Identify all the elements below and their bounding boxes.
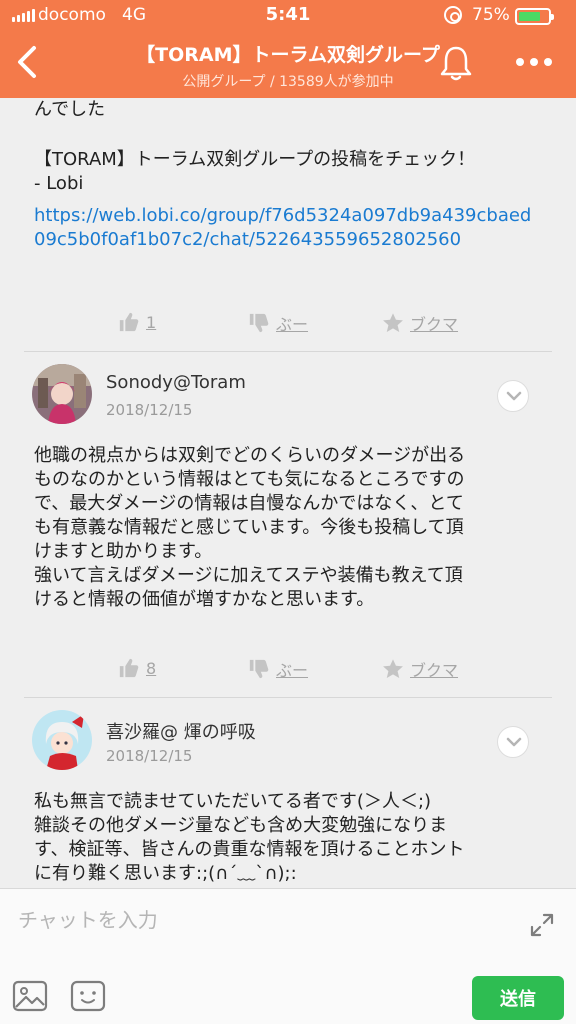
- orientation-lock-icon: [444, 6, 462, 24]
- thumbs-up-icon: [119, 658, 139, 678]
- thumbs-down-icon: [249, 659, 269, 679]
- post-date: 2018/12/15: [106, 401, 193, 419]
- header-title-block[interactable]: 【TORAM】トーラム双剣グループ 公開グループ / 13589人が参加中: [80, 40, 496, 91]
- share-link[interactable]: https://web.lobi.co/group/f76d5324a097db…: [34, 204, 534, 252]
- image-icon[interactable]: [12, 979, 48, 1013]
- post-header: Sonody@Toram 2018/12/15: [0, 364, 576, 434]
- share-text: 【TORAM】トーラム双剣グループの投稿をチェック！ - Lobi: [34, 149, 476, 194]
- like-button[interactable]: 8: [118, 657, 156, 679]
- avatar[interactable]: [32, 710, 92, 770]
- back-chevron-icon[interactable]: [12, 44, 42, 80]
- post-header: 喜沙羅@ 煇の呼吸 2018/12/15: [0, 710, 576, 780]
- thumbs-up-icon: [119, 312, 139, 332]
- emoji-icon[interactable]: [70, 979, 106, 1013]
- more-icon[interactable]: [516, 58, 552, 68]
- chevron-down-icon: [506, 391, 522, 401]
- top-bar: docomo 4G 5:41 75% 【TORAM】トーラム双剣グループ 公開グ…: [0, 0, 576, 98]
- group-title: 【TORAM】トーラム双剣グループ: [136, 44, 440, 66]
- avatar[interactable]: [32, 364, 92, 424]
- chat-input[interactable]: [18, 903, 498, 937]
- chevron-down-icon: [506, 737, 522, 747]
- post-body: 他職の視点からは双剣でどのくらいのダメージが出る ものなのかという情報はとても気…: [34, 445, 466, 610]
- send-button[interactable]: 送信: [472, 976, 564, 1020]
- battery-icon: [515, 8, 554, 25]
- bookmark-label: ブクマ: [410, 315, 459, 334]
- like-count: 1: [146, 312, 157, 332]
- post-username[interactable]: Sonody@Toram: [106, 372, 246, 393]
- group-subtitle: 公開グループ / 13589人が参加中: [182, 74, 394, 90]
- post-username[interactable]: 喜沙羅@ 煇の呼吸: [106, 718, 256, 744]
- bookmark-label: ブクマ: [410, 661, 459, 680]
- chat-feed[interactable]: んでした 【TORAM】トーラム双剣グループの投稿をチェック！ - Lobi h…: [0, 98, 576, 888]
- post-actions: 8 ぶー ブクマ: [0, 649, 576, 689]
- post-divider: [24, 697, 552, 698]
- like-button[interactable]: 1: [118, 311, 156, 333]
- boo-label: ぶー: [276, 315, 309, 334]
- post-menu-button[interactable]: [497, 726, 529, 758]
- chat-composer: 送信: [0, 888, 576, 1024]
- post-body: 私も無言で読ませていただいてる者です(＞人＜;) 雑談その他ダメージ量なども含め…: [34, 791, 465, 884]
- post-menu-button[interactable]: [497, 380, 529, 412]
- bell-icon[interactable]: [438, 44, 474, 82]
- post-date: 2018/12/15: [106, 747, 193, 765]
- boo-button[interactable]: ぶー: [248, 311, 308, 335]
- battery-level-fill: [519, 12, 540, 21]
- thumbs-down-icon: [249, 313, 269, 333]
- bookmark-button[interactable]: ブクマ: [382, 657, 458, 681]
- boo-button[interactable]: ぶー: [248, 657, 308, 681]
- battery-percent: 75%: [472, 5, 510, 25]
- boo-label: ぶー: [276, 661, 309, 680]
- star-icon: [383, 659, 403, 678]
- post-actions: 1 ぶー ブクマ: [0, 303, 576, 343]
- post-divider: [24, 351, 552, 352]
- star-icon: [383, 313, 403, 332]
- status-bar: docomo 4G 5:41 75%: [0, 0, 576, 30]
- post-text-tail: んでした: [34, 99, 106, 120]
- group-header: 【TORAM】トーラム双剣グループ 公開グループ / 13589人が参加中: [0, 30, 576, 98]
- expand-icon[interactable]: [528, 911, 556, 939]
- bookmark-button[interactable]: ブクマ: [382, 311, 458, 335]
- like-count: 8: [146, 658, 157, 678]
